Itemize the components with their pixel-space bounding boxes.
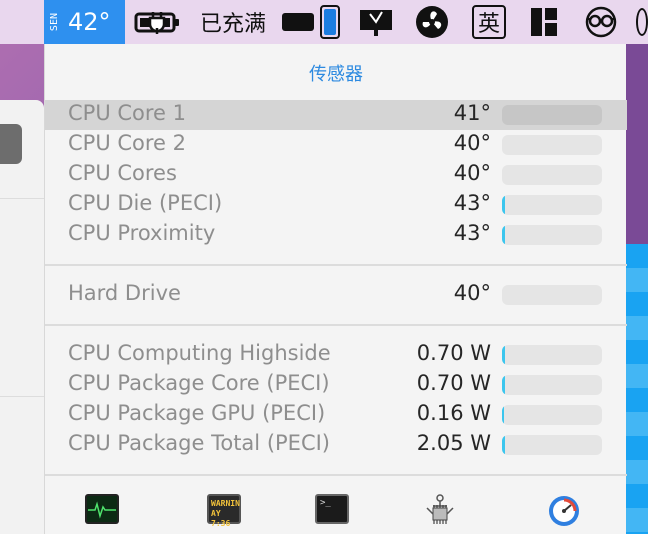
background-window-button [0,124,22,164]
sensor-value: 40° [453,161,491,185]
input-method-label: 英 [472,5,506,39]
window-layout-icon[interactable] [528,6,560,38]
sensor-value: 43° [453,221,491,245]
sensor-value: 0.70 W [416,371,491,395]
activity-monitor-icon[interactable] [85,494,119,524]
sensor-value: 40° [453,131,491,155]
sensor-level-fill [502,225,505,245]
sensor-name: CPU Cores [68,161,177,185]
sensor-level-bar [502,135,602,155]
sensor-row[interactable]: CPU Core 2 40° [45,130,627,160]
istat-menus-icon[interactable] [547,494,581,526]
panel-title: 传感器 [309,64,363,85]
sensor-row[interactable]: Hard Drive 40° [45,280,627,310]
sensor-row[interactable]: CPU Package Core (PECI) 0.70 W [45,370,627,400]
display-icon[interactable] [280,6,316,38]
panel-footer: WARNIN AY 7:36 >_ [45,484,627,534]
console-time-text: AY 7:36 [211,509,231,528]
desktop-strip [626,44,648,534]
input-method-icon[interactable]: 英 [470,5,508,39]
sensor-level-fill [502,405,504,425]
sensor-level-bar [502,165,602,185]
sensor-row[interactable]: CPU Package Total (PECI) 2.05 W [45,430,627,460]
screenshot-tool-icon[interactable] [356,6,396,38]
sensor-level-fill [502,345,505,365]
sensor-level-bar [502,375,602,395]
extra-status-icon[interactable] [636,6,648,38]
sensor-row[interactable]: CPU Package GPU (PECI) 0.16 W [45,400,627,430]
sensor-menu-item[interactable]: SEN 42° [44,0,125,44]
sensor-name: CPU Package Total (PECI) [68,431,330,455]
background-window-divider [0,396,44,397]
phone-icon[interactable] [318,5,342,39]
battery-status: 已充满 [199,12,266,37]
temperature-readout: 42° [68,8,111,36]
console-warning-text: WARNIN [211,499,240,508]
sensor-name: CPU Package Core (PECI) [68,371,330,395]
section-divider [45,474,627,476]
terminal-icon[interactable]: >_ [315,494,349,524]
menu-bar: SEN 42° 已充满 英 [0,0,648,44]
sensor-name: Hard Drive [68,281,181,305]
sensor-level-fill [502,435,505,455]
sensor-value: 43° [453,191,491,215]
background-window [0,100,44,534]
sensor-value: 0.70 W [416,341,491,365]
sensor-level-fill [502,195,505,215]
sensor-name: CPU Computing Highside [68,341,331,365]
terminal-prompt: >_ [320,498,331,508]
sensors-panel: 传感器 CPU Core 1 41° CPU Core 2 40° CPU Cores 4… [44,44,627,534]
sensor-row[interactable]: CPU Die (PECI) 43° [45,190,627,220]
sensor-name: CPU Die (PECI) [68,191,223,215]
sensor-name: CPU Package GPU (PECI) [68,401,326,425]
sensor-level-fill [502,375,505,395]
sensor-level-bar [502,195,602,215]
sensor-value: 40° [453,281,491,305]
system-information-icon[interactable] [423,494,457,524]
sensor-name: CPU Core 1 [68,101,187,125]
glasses-icon[interactable] [584,6,618,38]
sensor-name: CPU Core 2 [68,131,187,155]
sensor-row[interactable]: CPU Computing Highside 0.70 W [45,340,627,370]
battery-icon[interactable] [133,6,183,38]
sensor-row[interactable]: CPU Proximity 43° [45,220,627,250]
sensor-level-bar [502,285,602,305]
console-icon[interactable]: WARNIN AY 7:36 [207,494,241,528]
sensor-label: SEN [49,12,60,32]
fan-icon[interactable] [412,6,452,38]
sensor-row[interactable]: CPU Core 1 41° [45,100,627,130]
sensor-row[interactable]: CPU Cores 40° [45,160,627,190]
sensor-level-bar [502,405,602,425]
sensor-value: 41° [453,101,491,125]
section-divider [45,324,627,326]
sensor-name: CPU Proximity [68,221,216,245]
sensor-level-bar [502,225,602,245]
sensor-level-bar [502,105,602,125]
background-window-divider [0,198,44,199]
section-divider [45,264,627,266]
sensor-value: 0.16 W [416,401,491,425]
sensor-level-bar [502,345,602,365]
sensor-value: 2.05 W [416,431,491,455]
sensor-level-bar [502,435,602,455]
